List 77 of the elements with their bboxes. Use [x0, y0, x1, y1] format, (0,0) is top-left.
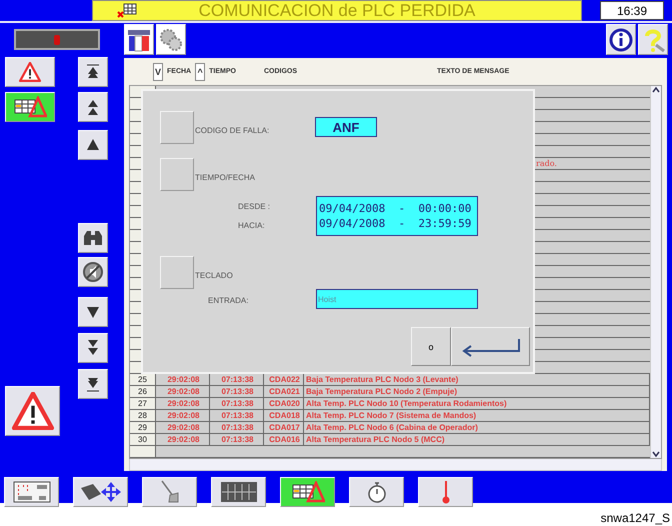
warning-icon — [19, 62, 41, 82]
table-warning-icon — [13, 96, 47, 118]
nav-button[interactable] — [78, 223, 108, 253]
toolbar-button[interactable] — [280, 477, 335, 507]
nav-button[interactable] — [78, 369, 108, 399]
time-cell: 07:13:38 — [210, 410, 264, 421]
filter-checkbox[interactable] — [160, 256, 194, 289]
nav-button[interactable] — [78, 57, 108, 87]
filter-checkbox[interactable] — [160, 158, 194, 191]
row-number: 30 — [130, 434, 156, 445]
time-cell: 07:13:38 — [210, 386, 264, 397]
plc-disconnected-icon — [117, 3, 137, 19]
warning-icon — [12, 392, 54, 430]
info-icon — [609, 28, 633, 52]
row-number: 27 — [130, 398, 156, 409]
toolbar-button[interactable] — [349, 477, 404, 507]
gears-icon — [158, 26, 184, 52]
filter-label: TECLADO — [195, 271, 234, 280]
date-cell: 29:02:08 — [156, 434, 210, 445]
code-cell: CDA021 — [264, 386, 304, 397]
filter-label: CODIGO DE FALLA: — [195, 126, 270, 135]
row-number: 26 — [130, 386, 156, 397]
scroll-down-icon — [651, 450, 661, 458]
filter-label: TIEMPO/FECHA — [195, 173, 256, 182]
cabinet-icon — [220, 481, 258, 503]
date-cell: 29:02:08 — [156, 422, 210, 433]
toolbar-button[interactable] — [4, 477, 59, 507]
muted-horn-icon — [82, 261, 104, 283]
nav-button[interactable] — [78, 257, 108, 287]
enter-button[interactable] — [451, 327, 530, 366]
field-label: DESDE : — [238, 202, 272, 211]
code-cell: CDA017 — [264, 422, 304, 433]
toolbar-button[interactable] — [124, 24, 154, 55]
code-cell: CDA020 — [264, 398, 304, 409]
date-range-field[interactable]: 09/04/2008 - 00:00:00 09/04/2008 - 23:59:59 — [316, 196, 478, 236]
input-field[interactable]: Hoist — [316, 289, 478, 309]
vertical-scrollbar[interactable] — [650, 86, 661, 458]
fault-code-field[interactable]: ANF — [315, 117, 377, 137]
time-cell: 07:13:38 — [210, 422, 264, 433]
time-cell: 07:13:38 — [210, 434, 264, 445]
stopwatch-icon — [366, 480, 388, 504]
nav-button[interactable] — [5, 92, 55, 122]
code-cell: CDA018 — [264, 410, 304, 421]
date-cell: 29:02:08 — [156, 386, 210, 397]
row-number: 28 — [130, 410, 156, 421]
toolbar-button[interactable] — [73, 477, 128, 507]
alarm-banner: COMUNICACION de PLC PERDIDA — [92, 0, 582, 21]
nav-button[interactable] — [78, 297, 108, 327]
move-icon — [78, 480, 122, 504]
sort-button[interactable]: V — [153, 62, 163, 80]
alarm-button[interactable] — [5, 386, 60, 436]
clock: 16:39 — [600, 1, 664, 20]
date-cell: 29:02:08 — [156, 410, 210, 421]
dialog-button[interactable]: o — [411, 327, 451, 366]
thermometer-icon — [440, 479, 452, 505]
scroll-up-icon — [651, 86, 661, 94]
toolbar-button[interactable] — [606, 24, 636, 55]
message-text: rado. — [535, 158, 558, 169]
control-panel-icon — [12, 481, 50, 503]
image-caption: snwa1247_S — [600, 510, 671, 526]
indicator-icon — [53, 34, 61, 46]
nav-button[interactable] — [78, 130, 108, 160]
code-cell: CDA016 — [264, 434, 304, 445]
field-label: ENTRADA: — [208, 296, 248, 305]
binoculars-icon — [82, 228, 104, 248]
horizontal-scrollbar[interactable] — [129, 459, 662, 471]
row-number: 29 — [130, 422, 156, 433]
toolbar-button[interactable] — [211, 477, 266, 507]
nav-button[interactable] — [78, 333, 108, 363]
row-number: 25 — [130, 374, 156, 385]
filter-checkbox[interactable] — [160, 111, 194, 144]
field-label: HACIA: — [238, 221, 266, 230]
sort-button[interactable]: ^ — [195, 62, 206, 80]
nav-button[interactable] — [78, 92, 108, 122]
table-warning-icon — [290, 481, 324, 503]
date-cell: 29:02:08 — [156, 398, 210, 409]
time-cell: 07:13:38 — [210, 398, 264, 409]
